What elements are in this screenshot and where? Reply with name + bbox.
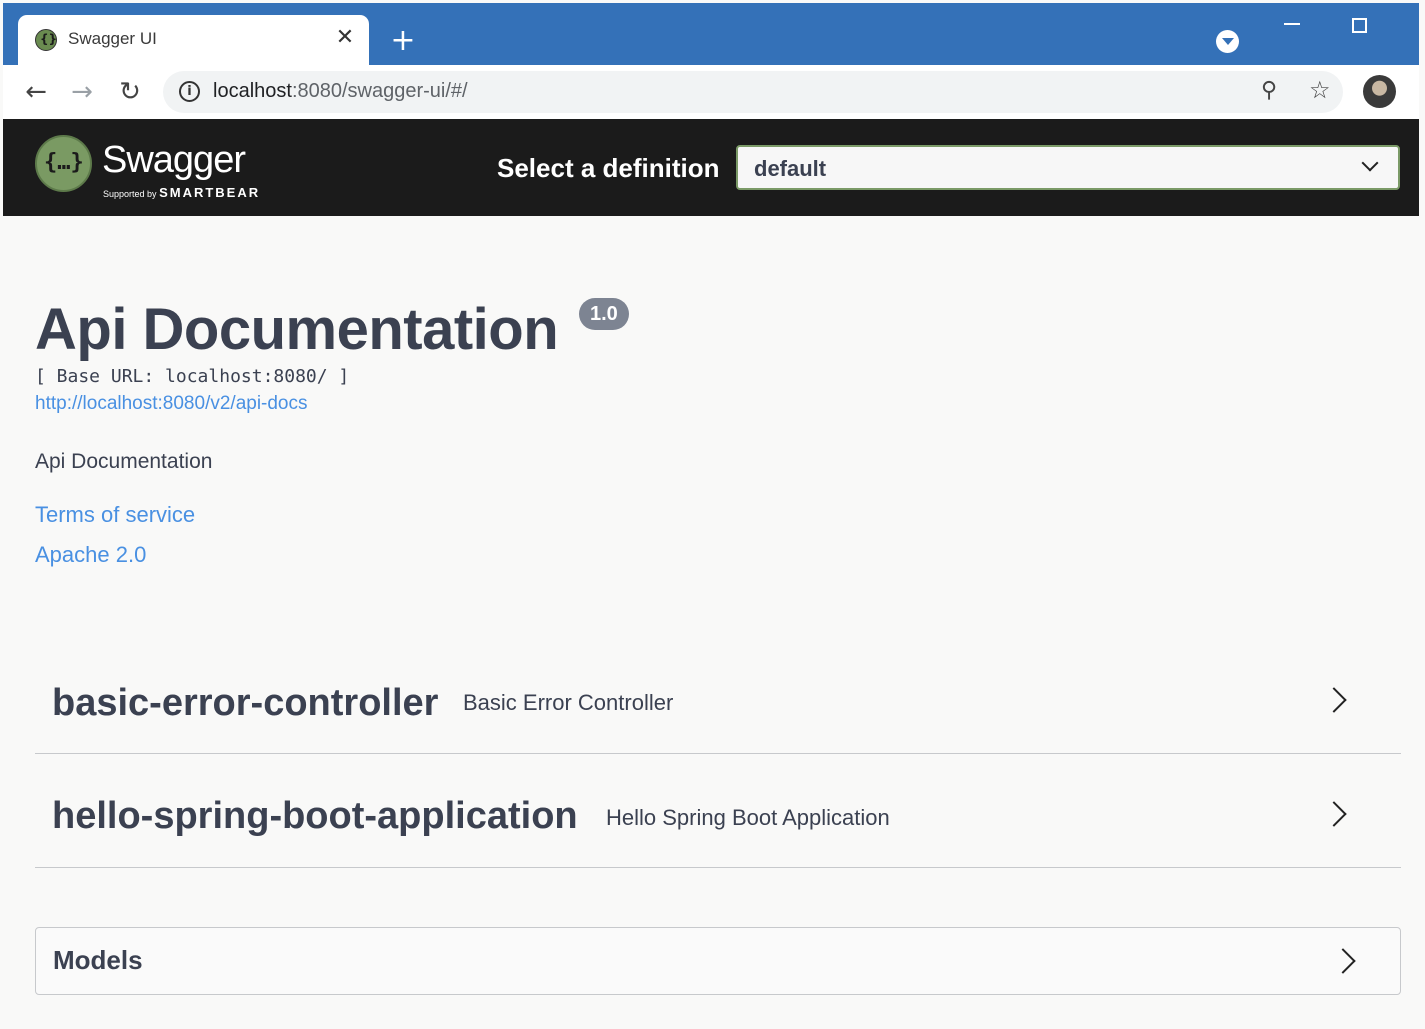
browser-tabstrip: Swagger UI ✕ + bbox=[3, 3, 1419, 69]
api-description: Api Documentation bbox=[35, 450, 213, 473]
forward-icon[interactable]: → bbox=[65, 75, 99, 109]
models-label: Models bbox=[53, 945, 143, 975]
back-icon[interactable]: ← bbox=[19, 75, 53, 109]
url-text[interactable]: localhost:8080/swagger-ui/#/ bbox=[213, 80, 468, 103]
new-tab-button[interactable]: + bbox=[387, 25, 419, 57]
tag-description: Basic Error Controller bbox=[463, 690, 674, 715]
definition-select[interactable]: default bbox=[736, 145, 1400, 190]
tag-description: Hello Spring Boot Application bbox=[606, 805, 890, 830]
swagger-logo-subtitle: Supported by SMARTBEAR bbox=[103, 185, 261, 200]
base-url: [ Base URL: localhost:8080/ ] bbox=[35, 366, 350, 387]
tag-name: hello-spring-boot-application bbox=[52, 795, 578, 837]
api-docs-link[interactable]: http://localhost:8080/v2/api-docs bbox=[35, 393, 308, 415]
swagger-favicon-icon bbox=[35, 29, 57, 51]
models-section[interactable]: Models bbox=[35, 927, 1401, 995]
maximize-button[interactable] bbox=[1352, 18, 1367, 33]
definition-label: Select a definition bbox=[497, 153, 720, 183]
terms-of-service-link[interactable]: Terms of service bbox=[35, 502, 195, 528]
browser-toolbar: ← → ↻ i localhost:8080/swagger-ui/#/ ⚲ ☆ bbox=[3, 65, 1419, 119]
license-link[interactable]: Apache 2.0 bbox=[35, 542, 146, 568]
tag-name: basic-error-controller bbox=[52, 682, 439, 724]
browser-tab[interactable]: Swagger UI ✕ bbox=[18, 15, 369, 69]
tab-title: Swagger UI bbox=[68, 29, 157, 48]
address-bar[interactable]: i localhost:8080/swagger-ui/#/ ⚲ ☆ bbox=[163, 71, 1343, 113]
swagger-logo-text[interactable]: Swagger bbox=[102, 139, 246, 182]
definition-selected-value: default bbox=[754, 156, 827, 181]
info-icon[interactable]: i bbox=[179, 81, 200, 102]
chevron-right-icon[interactable] bbox=[1321, 801, 1347, 827]
tag-section-basic-error-controller[interactable]: basic-error-controller Basic Error Contr… bbox=[35, 654, 1401, 754]
swagger-topbar: {…} Swagger Supported by SMARTBEAR Selec… bbox=[3, 119, 1419, 216]
version-badge: 1.0 bbox=[579, 298, 629, 330]
bookmark-star-icon[interactable]: ☆ bbox=[1309, 76, 1331, 104]
chevron-down-icon bbox=[1361, 154, 1379, 172]
reload-icon[interactable]: ↻ bbox=[113, 75, 147, 109]
minimize-button[interactable] bbox=[1284, 23, 1300, 25]
avatar[interactable] bbox=[1363, 75, 1396, 108]
tab-search-icon[interactable] bbox=[1216, 30, 1239, 53]
tab-close-icon[interactable]: ✕ bbox=[332, 25, 358, 51]
chevron-right-icon[interactable] bbox=[1321, 687, 1347, 713]
zoom-icon[interactable]: ⚲ bbox=[1261, 78, 1277, 103]
swagger-logo-icon[interactable]: {…} bbox=[35, 135, 92, 192]
page-title: Api Documentation bbox=[35, 297, 559, 362]
tag-section-hello-spring-boot-application[interactable]: hello-spring-boot-application Hello Spri… bbox=[35, 768, 1401, 868]
chevron-right-icon[interactable] bbox=[1330, 948, 1356, 974]
